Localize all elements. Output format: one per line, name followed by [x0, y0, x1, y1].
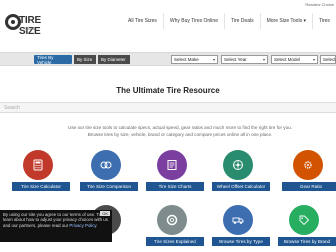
tool-circle	[23, 150, 53, 180]
tool-label: Tire Size Comparison	[80, 182, 138, 191]
intro-line-2: Browse tires by size, vehicle, brand or …	[87, 132, 273, 137]
tool-label: Browse Tires by Type	[212, 237, 270, 246]
select-model[interactable]: Select Model ▾	[271, 55, 318, 64]
tool-circle	[91, 150, 121, 180]
select-year-label: Select Year	[224, 57, 247, 62]
tool-label: Wheel Offset Calculator	[212, 182, 270, 191]
tool-browse-tires-by-brand[interactable]: Browse Tires by Brand	[278, 205, 336, 252]
wheel-icon	[233, 160, 243, 170]
tab-tires-by-vehicle[interactable]: Tires By Vehicle	[34, 55, 72, 65]
search-input[interactable]: Search	[0, 102, 336, 113]
tool-label: Tire Size Calculator	[12, 182, 70, 191]
tool-circle	[293, 150, 323, 180]
tool-circle	[289, 205, 319, 235]
nav-why-buy-online[interactable]: Why Buy Tires Online	[164, 13, 225, 29]
tab-by-size[interactable]: By Size	[74, 55, 96, 64]
tool-circle	[223, 150, 253, 180]
tab-by-diameter[interactable]: By Diameter	[98, 55, 130, 64]
select-option-label: Select	[323, 57, 336, 62]
tool-label: Tire Sizes Explained	[146, 237, 204, 246]
tag-icon	[299, 215, 310, 226]
readers-choice-text: Readers Choice	[305, 2, 334, 7]
main-nav: All Tire Sizes Why Buy Tires Online Tire…	[122, 13, 336, 31]
tool-browse-tires-by-type[interactable]: Browse Tires by Type	[212, 205, 270, 252]
tool-circle	[223, 205, 253, 235]
select-model-label: Select Model	[274, 57, 301, 62]
tool-label: Browse Tires by Brand	[278, 237, 336, 246]
cookie-ok-button[interactable]: OK	[100, 211, 110, 217]
nav-all-tire-sizes[interactable]: All Tire Sizes	[122, 13, 164, 29]
site-logo[interactable]: TIRE SIZE .COM	[5, 14, 49, 37]
nav-tire-deals[interactable]: Tire Deals	[225, 13, 261, 29]
select-year[interactable]: Select Year ▾	[221, 55, 268, 64]
chevron-down-icon: ▾	[212, 57, 215, 62]
nav-tires[interactable]: Tires	[313, 13, 336, 29]
logo-subtext: .COM	[23, 26, 36, 31]
tool-gear-ratio[interactable]: Gear Ratio	[282, 150, 336, 194]
tool-label: Tire Size Charts	[146, 182, 204, 191]
tool-circle	[157, 150, 187, 180]
tool-tire-sizes-explained[interactable]: Tire Sizes Explained	[146, 205, 204, 252]
privacy-policy-link[interactable]: Privacy Policy	[69, 223, 96, 228]
tire-icon	[166, 214, 178, 226]
tool-label: Gear Ratio	[282, 182, 336, 191]
top-bar: Readers Choice	[0, 0, 336, 12]
calculator-icon	[33, 159, 43, 171]
intro-line-1: Use our tire size tools to calculate spe…	[68, 125, 292, 130]
chart-icon	[167, 160, 177, 170]
gear-icon	[304, 161, 312, 169]
chevron-down-icon: ▾	[262, 57, 265, 62]
tools-row: Tire Size Calculator Tire Size Compariso…	[0, 150, 336, 194]
chevron-down-icon: ▾	[312, 57, 315, 62]
select-make-label: Select Make	[174, 57, 199, 62]
select-option[interactable]: Select	[320, 55, 336, 64]
tool-wheel-offset-calculator[interactable]: Wheel Offset Calculator	[212, 150, 270, 194]
compare-icon	[100, 161, 112, 169]
tool-tire-size-comparison[interactable]: Tire Size Comparison	[80, 150, 138, 194]
truck-icon	[232, 217, 244, 224]
filter-bar: Tires By Vehicle By Size By Diameter Sel…	[0, 52, 336, 66]
select-make[interactable]: Select Make ▾	[171, 55, 218, 64]
intro-description: Use our tire size tools to calculate spe…	[60, 124, 300, 138]
cookie-banner: By using our site you agree to our terms…	[0, 210, 112, 242]
nav-more-size-tools[interactable]: More Size Tools ▾	[261, 13, 313, 29]
page-title: The Ultimate Tire Resource	[116, 86, 220, 95]
tool-tire-size-charts[interactable]: Tire Size Charts	[146, 150, 204, 194]
tool-tire-size-calculator[interactable]: Tire Size Calculator	[12, 150, 70, 194]
tool-circle	[157, 205, 187, 235]
